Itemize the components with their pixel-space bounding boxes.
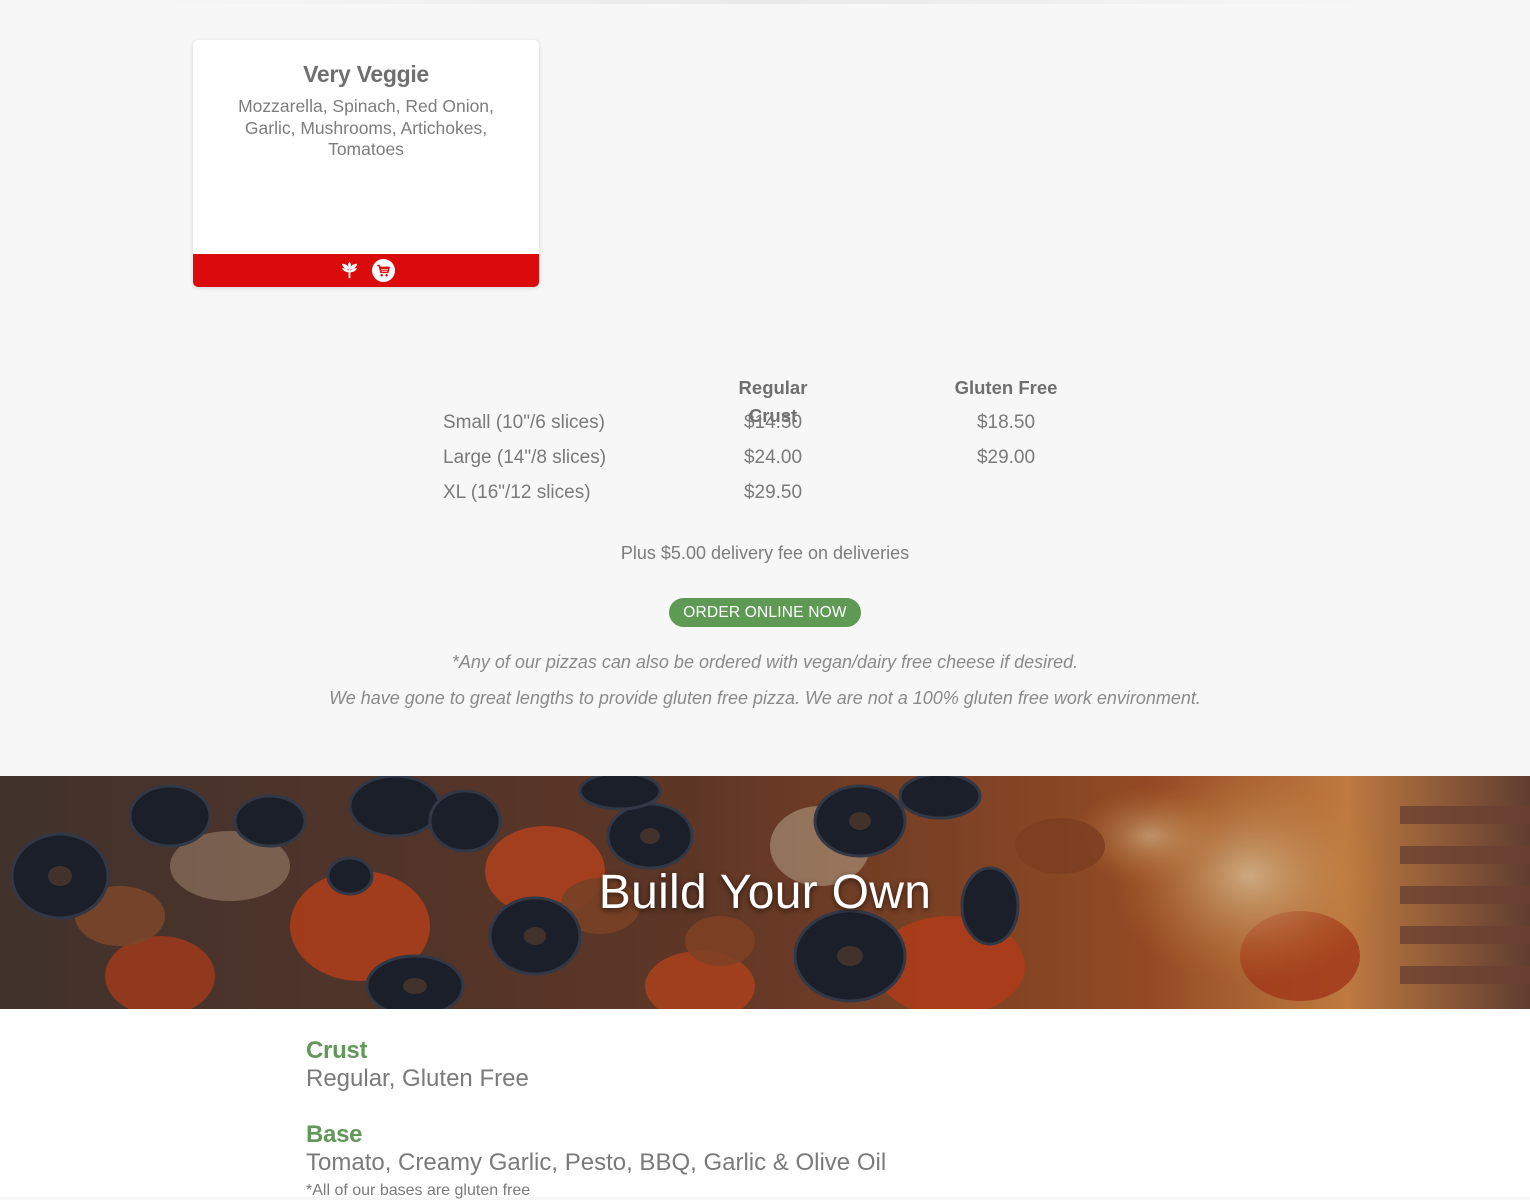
vegan-cheese-note: *Any of our pizzas can also be ordered w… <box>451 652 1079 672</box>
base-heading: Base <box>306 1121 363 1148</box>
pricing-regular: $24.00 <box>743 447 803 468</box>
delivery-fee-note: Plus $5.00 delivery fee on deliveries <box>620 543 910 563</box>
order-online-button[interactable]: ORDER ONLINE NOW <box>669 598 861 627</box>
pricing-row: XL (16"/12 slices) $29.50 <box>443 479 1103 514</box>
pricing-regular: $14.50 <box>743 412 803 433</box>
pricing-size: Large (14"/8 slices) <box>443 447 607 468</box>
base-options: Tomato, Creamy Garlic, Pesto, BBQ, Garli… <box>306 1149 887 1176</box>
pricing-regular: $29.50 <box>743 482 803 503</box>
pricing-header-row: Regular Crust Gluten Free <box>443 374 1103 426</box>
pricing-size: Small (10"/6 slices) <box>443 412 605 433</box>
pricing-size: XL (16"/12 slices) <box>443 482 591 503</box>
build-your-own-section: Crust Regular, Gluten Free Base Tomato, … <box>0 1009 1530 1199</box>
gluten-free-disclaimer: We have gone to great lengths to provide… <box>329 688 1201 708</box>
pricing-header-gluten-free: Gluten Free <box>954 377 1058 398</box>
pizza-card: Very Veggie Mozzarella, Spinach, Red Oni… <box>193 40 539 287</box>
card-footer <box>193 254 539 287</box>
banner-title: Build Your Own <box>598 866 932 919</box>
pizza-title: Very Veggie <box>303 61 429 87</box>
cart-icon[interactable] <box>371 259 395 282</box>
pizza-ingredients: Mozzarella, Spinach, Red Onion, Garlic, … <box>238 96 494 159</box>
build-your-own-banner: Build Your Own <box>0 776 1530 1009</box>
veggie-icon <box>338 259 361 282</box>
pricing-gluten-free: $29.00 <box>976 447 1036 468</box>
pricing-row: Small (10"/6 slices) $14.50 $18.50 <box>443 409 1103 444</box>
base-gluten-note: *All of our bases are gluten free <box>306 1182 531 1199</box>
crust-options: Regular, Gluten Free <box>306 1065 529 1092</box>
pricing-gluten-free: $18.50 <box>976 412 1036 433</box>
crust-heading: Crust <box>306 1037 368 1064</box>
pricing-row: Large (14"/8 slices) $24.00 $29.00 <box>443 444 1103 479</box>
header-shadow <box>0 0 1530 4</box>
pricing-table: Regular Crust Gluten Free Small (10"/6 s… <box>443 374 1103 514</box>
